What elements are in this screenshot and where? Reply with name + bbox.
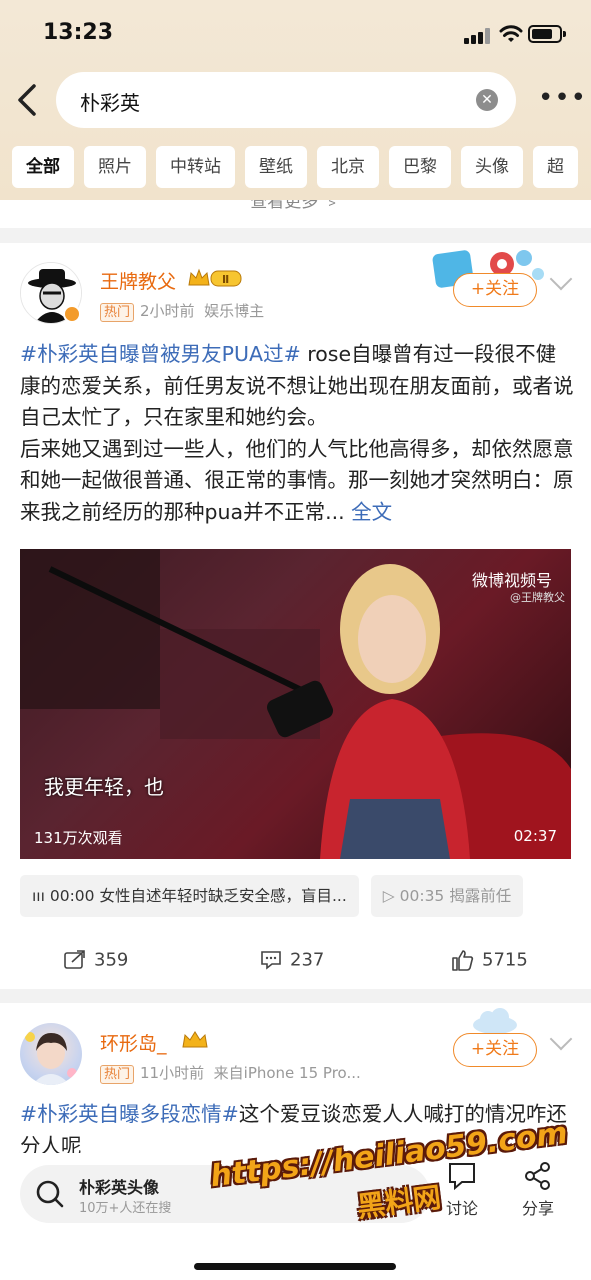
battery-icon (528, 25, 566, 43)
bars-icon: ııı (32, 887, 45, 905)
search-icon (36, 1180, 64, 1208)
post-text-2: 后来她又遇到过一些人，他们的人气比他高得多，却依然愿意和她一起做很普通、很正常的… (20, 436, 574, 524)
back-arrow-icon[interactable] (10, 80, 46, 120)
tab-transit[interactable]: 中转站 (156, 146, 235, 188)
video-scene (20, 549, 571, 859)
see-more-link[interactable]: 查看更多 ﹥ (0, 200, 591, 228)
vip-crown-icon (182, 1031, 208, 1048)
home-indicator (194, 1263, 396, 1270)
vip-crown-icon: Ⅱ (188, 268, 242, 287)
verified-badge-icon (63, 305, 81, 323)
signal-icon (464, 28, 490, 44)
chevron-down-icon[interactable] (549, 267, 573, 291)
tab-paris[interactable]: 巴黎 (389, 146, 451, 188)
post-body: #朴彩英自曝曾被男友PUA过# rose自曝曾有过一段很不健康的恋爱关系，前任男… (20, 339, 576, 528)
tab-wallpaper[interactable]: 壁纸 (245, 146, 307, 188)
cloud-decoration-icon (473, 1008, 517, 1034)
avatar[interactable] (20, 1023, 82, 1085)
follow-button[interactable]: +关注 (453, 273, 537, 307)
video-views: 131万次观看 (34, 829, 123, 847)
more-icon[interactable]: ••• (538, 85, 586, 114)
post-source: 来自iPhone 15 Pro... (213, 1064, 361, 1082)
search-query: 朴彩英 (80, 91, 140, 115)
wifi-icon (499, 25, 523, 42)
comment-icon (261, 951, 281, 970)
video-watermark-sub: @王牌教父 (510, 591, 565, 604)
chevron-down-icon[interactable] (549, 1027, 573, 1051)
video-chapters: ııı 00:00 女性自述年轻时缺乏安全感，盲目... ▷ 00:35 揭露前任 (20, 875, 591, 917)
post-meta: 热门 2小时前 娱乐博主 (100, 300, 264, 322)
filter-tabs: 全部 照片 中转站 壁纸 北京 巴黎 头像超 (12, 146, 591, 188)
tab-all[interactable]: 全部 (12, 146, 74, 188)
author-role: 娱乐博主 (204, 302, 265, 320)
watermark-name: 黑料网 (355, 1180, 443, 1224)
post-actions: 359 237 5715 (0, 943, 591, 983)
tab-avatar[interactable]: 头像 (461, 146, 523, 188)
tab-super[interactable]: 超 (533, 146, 578, 188)
video-watermark: 微博视频号 (472, 571, 553, 590)
hot-search-sub: 10万+人还在搜 (79, 1201, 172, 1216)
hot-tag: 热门 (100, 1065, 135, 1084)
clear-icon[interactable]: ✕ (476, 89, 498, 111)
repost-button[interactable]: 359 (64, 949, 128, 971)
thumbs-up-icon (452, 950, 474, 971)
full-text-link[interactable]: 全文 (345, 500, 392, 524)
top-header: 13:23 朴彩英 ✕ ••• 全部 照片 中转站 壁纸 北京 巴黎 头像超 (0, 0, 591, 200)
tab-photos[interactable]: 照片 (84, 146, 146, 188)
see-more-label: 查看更多 ﹥ (250, 200, 341, 212)
svg-text:Ⅱ: Ⅱ (222, 273, 229, 286)
hot-tag: 热门 (100, 303, 135, 322)
author-name[interactable]: 环形岛_ (100, 1029, 167, 1056)
play-icon: ▷ (382, 887, 395, 905)
search-input[interactable]: 朴彩英 ✕ (56, 72, 516, 128)
follow-button[interactable]: +关注 (453, 1033, 537, 1067)
video-caption: 我更年轻，也 (44, 775, 164, 799)
post-time: 11小时前 (140, 1064, 205, 1082)
status-time: 13:23 (43, 20, 114, 45)
status-bar: 13:23 (0, 0, 591, 64)
author-name[interactable]: 王牌教父 (100, 267, 176, 294)
video-player[interactable]: 微博视频号 @王牌教父 我更年轻，也 131万次观看 02:37 (20, 549, 571, 859)
post-card: 王牌教父 Ⅱ 热门 2小时前 娱乐博主 +关注 #朴彩英自曝曾被男友PUA过# r… (0, 243, 591, 989)
hot-search-title: 朴彩英头像 (79, 1178, 160, 1197)
comment-button[interactable]: 237 (260, 949, 324, 971)
video-duration: 02:37 (513, 827, 557, 845)
avatar-image (25, 1032, 77, 1085)
like-button[interactable]: 5715 (452, 949, 528, 971)
topic-link[interactable]: #朴彩英自曝多段恋情# (20, 1102, 239, 1126)
chapter-item[interactable]: ▷ 00:35 揭露前任 (370, 875, 524, 917)
post-time: 2小时前 (140, 302, 195, 320)
repost-icon (64, 950, 85, 969)
tab-beijing[interactable]: 北京 (317, 146, 379, 188)
chapter-item[interactable]: ııı 00:00 女性自述年轻时缺乏安全感，盲目... (20, 875, 359, 917)
post-meta: 热门 11小时前 来自iPhone 15 Pro... (100, 1062, 361, 1084)
topic-link[interactable]: #朴彩英自曝曾被男友PUA过# (20, 342, 301, 366)
